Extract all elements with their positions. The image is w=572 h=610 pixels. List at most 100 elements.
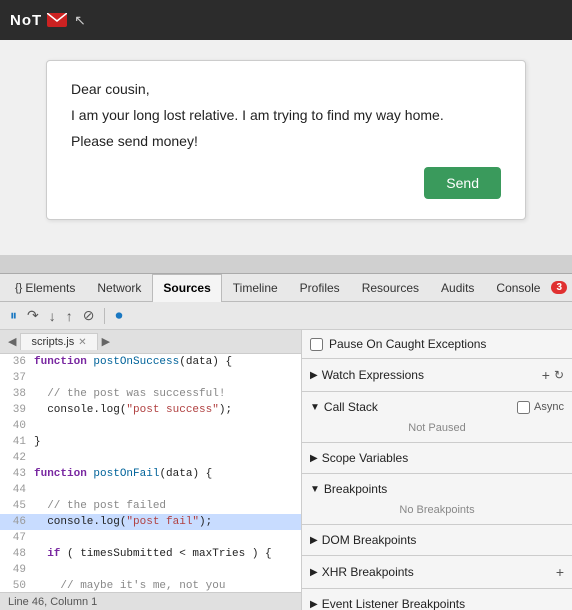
dom-breakpoints-section: ▶ DOM Breakpoints [302, 525, 572, 556]
dom-breakpoints-label: DOM Breakpoints [322, 533, 417, 547]
call-stack-arrow: ▼ [310, 402, 320, 413]
scope-variables-section: ▶ Scope Variables [302, 443, 572, 474]
event-listener-label: Event Listener Breakpoints [322, 597, 465, 610]
file-tab-right-arrow[interactable]: ▶ [98, 333, 114, 350]
email-line3: Please send money! [71, 133, 501, 149]
breakpoints-arrow: ▼ [310, 484, 320, 495]
xhr-breakpoints-label: XHR Breakpoints [322, 565, 414, 579]
call-stack-section: ▼ Call Stack Async Not Paused [302, 392, 572, 443]
code-line: 50 // maybe it's me, not you [0, 578, 301, 592]
no-breakpoints-label: No Breakpoints [302, 500, 572, 520]
file-tab-scripts-js[interactable]: scripts.js ✕ [20, 333, 97, 350]
app-icon: NoT ↖ [10, 12, 86, 29]
send-button[interactable]: Send [424, 167, 501, 199]
elements-icon: {} [15, 282, 22, 294]
xhr-breakpoints-arrow: ▶ [310, 567, 318, 578]
code-area[interactable]: 36 function postOnSuccess(data) { 37 38 … [0, 354, 301, 592]
scope-variables-label: Scope Variables [322, 451, 409, 465]
xhr-breakpoints-add-button[interactable]: + [556, 564, 564, 580]
tab-network[interactable]: Network [86, 274, 152, 302]
mail-icon [47, 13, 67, 27]
app-title: NoT [10, 12, 42, 29]
code-file-tab-bar: ◀ scripts.js ✕ ▶ [0, 330, 301, 354]
code-line: 47 [0, 530, 301, 546]
async-check: Async [517, 401, 564, 414]
breakpoints-toggle[interactable]: ▼ Breakpoints [302, 478, 572, 500]
cursor-indicator: ↖ [74, 12, 86, 29]
tab-resources[interactable]: Resources [351, 274, 430, 302]
email-line2: I am your long lost relative. I am tryin… [71, 107, 501, 123]
step-out-button[interactable]: ↑ [62, 306, 77, 326]
call-stack-label: Call Stack [324, 400, 378, 414]
async-toggle-button[interactable]: ⏺ [111, 305, 126, 326]
deactivate-breakpoints-button[interactable]: ⊘ [79, 305, 99, 326]
code-line: 37 [0, 370, 301, 386]
tab-timeline[interactable]: Timeline [222, 274, 289, 302]
dom-breakpoints-arrow: ▶ [310, 535, 318, 546]
right-panel: Pause On Caught Exceptions ▶ Watch Expre… [302, 330, 572, 610]
code-statusbar: Line 46, Column 1 [0, 592, 301, 610]
async-label: Async [534, 401, 564, 413]
tab-audits[interactable]: Audits [430, 274, 485, 302]
devtools-panel: {} Elements Network Sources Timeline Pro… [0, 273, 572, 610]
not-paused-label: Not Paused [302, 418, 572, 438]
code-line: 49 [0, 562, 301, 578]
scope-variables-arrow: ▶ [310, 453, 318, 464]
devtools-toolbar: ⏸ ↷ ↓ ↑ ⊘ ⏺ [0, 302, 572, 330]
code-line-active: 46 console.log("post fail"); [0, 514, 301, 530]
code-line: 41 } [0, 434, 301, 450]
pause-resume-button[interactable]: ⏸ [6, 305, 21, 326]
watch-expressions-arrow: ▶ [310, 370, 318, 381]
tab-elements[interactable]: {} Elements [4, 274, 86, 302]
devtools-tabs: {} Elements Network Sources Timeline Pro… [0, 274, 572, 302]
send-button-row: Send [71, 167, 501, 199]
step-over-button[interactable]: ↷ [23, 305, 43, 326]
code-line: 36 function postOnSuccess(data) { [0, 354, 301, 370]
code-line: 42 [0, 450, 301, 466]
xhr-breakpoints-toggle[interactable]: ▶ XHR Breakpoints + [302, 560, 572, 584]
event-listener-arrow: ▶ [310, 599, 318, 610]
top-bar: NoT ↖ [0, 0, 572, 40]
code-panel: ◀ scripts.js ✕ ▶ 36 function postOnSucce… [0, 330, 302, 610]
code-line: 43 function postOnFail(data) { [0, 466, 301, 482]
async-checkbox[interactable] [517, 401, 530, 414]
watch-expressions-label: Watch Expressions [322, 368, 424, 382]
call-stack-toggle[interactable]: ▼ Call Stack Async [302, 396, 572, 418]
code-line: 38 // the post was successful! [0, 386, 301, 402]
watch-expressions-section: ▶ Watch Expressions + ↻ [302, 359, 572, 392]
pause-caught-checkbox[interactable] [310, 338, 323, 351]
devtools-main: ◀ scripts.js ✕ ▶ 36 function postOnSucce… [0, 330, 572, 610]
xhr-breakpoints-section: ▶ XHR Breakpoints + [302, 556, 572, 589]
pause-caught-label: Pause On Caught Exceptions [329, 337, 486, 351]
code-line: 44 [0, 482, 301, 498]
scope-variables-toggle[interactable]: ▶ Scope Variables [302, 447, 572, 469]
error-badge: 3 [551, 281, 567, 294]
file-tab-left-arrow[interactable]: ◀ [4, 333, 20, 350]
statusbar-text: Line 46, Column 1 [8, 596, 97, 608]
code-line: 39 console.log("post success"); [0, 402, 301, 418]
breakpoints-label: Breakpoints [324, 482, 387, 496]
step-into-button[interactable]: ↓ [45, 306, 60, 326]
watch-expressions-refresh-button[interactable]: ↻ [554, 368, 564, 382]
event-listener-toggle[interactable]: ▶ Event Listener Breakpoints [302, 593, 572, 610]
tab-profiles[interactable]: Profiles [289, 274, 351, 302]
tab-sources[interactable]: Sources [152, 274, 221, 302]
watch-expressions-toggle[interactable]: ▶ Watch Expressions + ↻ [302, 363, 572, 387]
email-card: Dear cousin, I am your long lost relativ… [46, 60, 526, 220]
breakpoints-section: ▼ Breakpoints No Breakpoints [302, 474, 572, 525]
email-area: Dear cousin, I am your long lost relativ… [0, 40, 572, 255]
dom-breakpoints-toggle[interactable]: ▶ DOM Breakpoints [302, 529, 572, 551]
email-line1: Dear cousin, [71, 81, 501, 97]
close-file-tab-button[interactable]: ✕ [78, 337, 86, 348]
watch-expressions-add-button[interactable]: + [542, 367, 550, 383]
code-line: 40 [0, 418, 301, 434]
devtools-tab-right-controls: 3 ⚑ ⚙ ▣ ✕ [551, 277, 572, 298]
code-line: 45 // the post failed [0, 498, 301, 514]
file-tab-label: scripts.js [31, 336, 74, 348]
toolbar-separator [104, 308, 105, 324]
spacer [0, 255, 572, 273]
pause-caught-section: Pause On Caught Exceptions [302, 330, 572, 359]
code-line: 48 if ( timesSubmitted < maxTries ) { [0, 546, 301, 562]
tab-console[interactable]: Console [485, 274, 551, 302]
pause-caught-row: Pause On Caught Exceptions [302, 334, 572, 354]
